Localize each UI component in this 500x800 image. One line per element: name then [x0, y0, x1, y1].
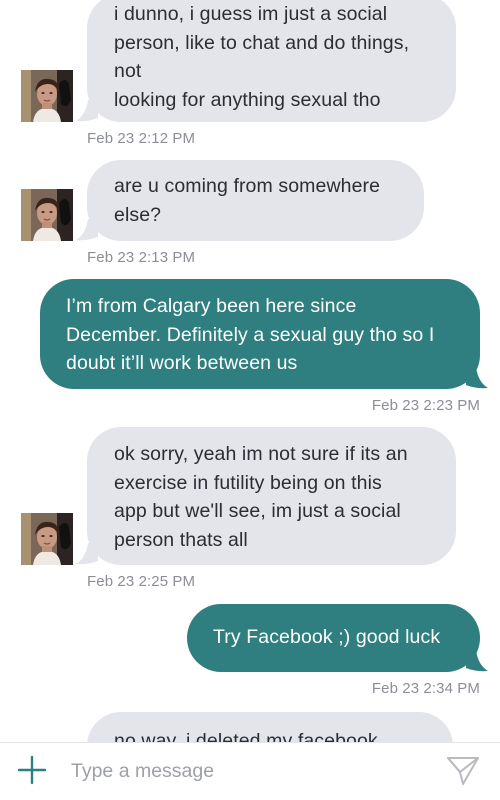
- message-timestamp: Feb 23 2:25 PM: [87, 573, 196, 590]
- message-thread[interactable]: i dunno, i guess im just a social person…: [0, 0, 500, 742]
- message-timestamp: Feb 23 2:13 PM: [87, 249, 196, 266]
- message-bubble-received[interactable]: i dunno, i guess im just a social person…: [87, 0, 456, 122]
- chat-screen: i dunno, i guess im just a social person…: [0, 0, 500, 800]
- message-bubble-sent[interactable]: Try Facebook ;) good luck: [187, 604, 480, 672]
- contact-avatar[interactable]: [21, 513, 73, 565]
- contact-photo: [21, 513, 73, 565]
- message-composer: [0, 742, 500, 800]
- message-timestamp: Feb 23 2:34 PM: [371, 680, 480, 697]
- contact-photo: [21, 189, 73, 241]
- message-input[interactable]: [62, 751, 431, 791]
- paper-plane-send-icon[interactable]: [446, 755, 480, 787]
- plus-icon[interactable]: [16, 754, 48, 786]
- contact-avatar[interactable]: [21, 70, 73, 122]
- contact-photo: [21, 70, 73, 122]
- message-bubble-received[interactable]: are u coming from somewhere else?: [87, 160, 424, 241]
- message-bubble-received[interactable]: no way, i deleted my facebook: [87, 712, 453, 742]
- message-bubble-sent[interactable]: I’m from Calgary been here since Decembe…: [40, 279, 480, 389]
- message-timestamp: Feb 23 2:12 PM: [87, 130, 196, 147]
- message-bubble-received[interactable]: ok sorry, yeah im not sure if its an exe…: [87, 427, 456, 565]
- contact-avatar[interactable]: [21, 189, 73, 241]
- message-timestamp: Feb 23 2:23 PM: [371, 397, 480, 414]
